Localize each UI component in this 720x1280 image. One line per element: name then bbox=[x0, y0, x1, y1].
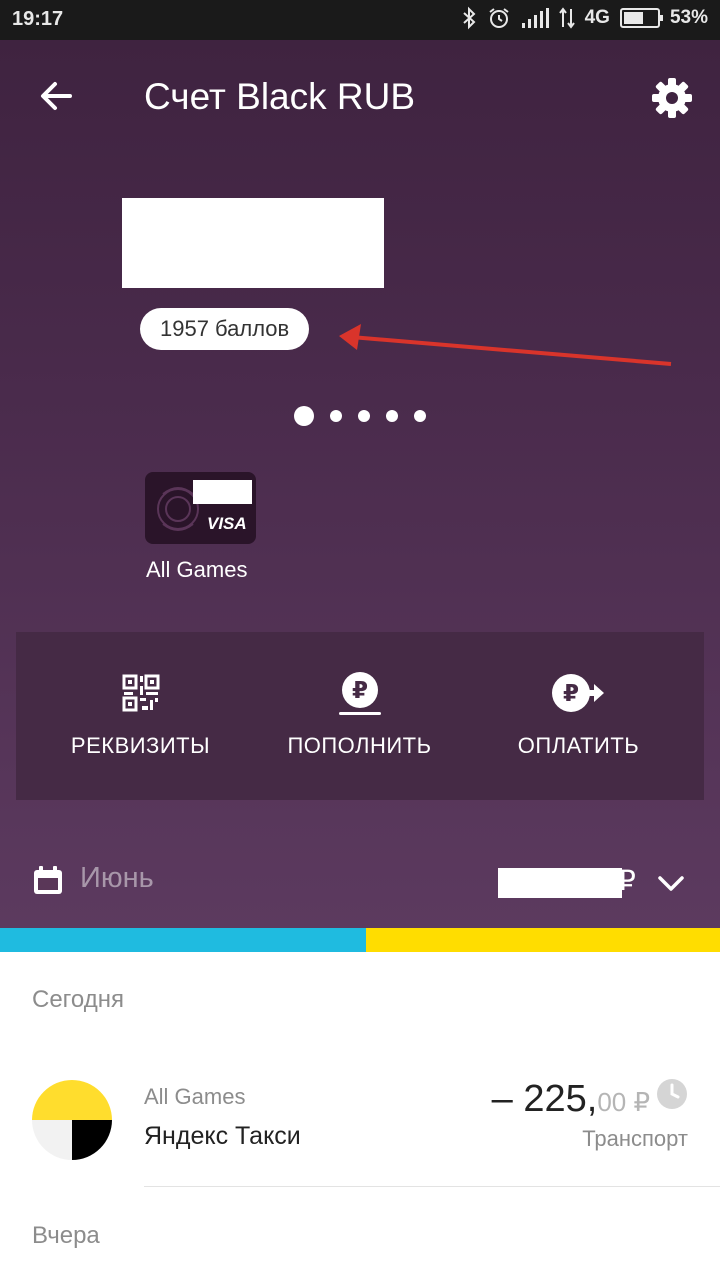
spend-bar-segment-blue bbox=[0, 928, 366, 952]
calendar-icon bbox=[34, 866, 62, 894]
pager-dot[interactable] bbox=[330, 410, 342, 422]
transaction-row[interactable]: All Games Яндекс Такси – 225,00 ₽ Трансп… bbox=[0, 1070, 720, 1180]
pager-dot[interactable] bbox=[414, 410, 426, 422]
status-icons: 4G 53% bbox=[461, 6, 708, 30]
card-number-redacted bbox=[193, 480, 252, 504]
topup-button[interactable]: ₽ ПОПОЛНИТЬ bbox=[245, 632, 474, 800]
pay-label: ОПЛАТИТЬ bbox=[517, 733, 640, 758]
network-type: 4G bbox=[584, 7, 610, 28]
yandex-taxi-logo bbox=[32, 1080, 112, 1160]
account-header: Счет Black RUB 1957 баллов VISA All Game… bbox=[0, 40, 720, 928]
pager-dot[interactable] bbox=[358, 410, 370, 422]
card-label: All Games bbox=[146, 557, 248, 582]
card-thumbnail[interactable]: VISA bbox=[145, 472, 256, 544]
transaction-amount: – 225,00 ₽ bbox=[492, 1078, 650, 1121]
alarm-icon bbox=[489, 8, 509, 28]
section-yesterday: Вчера bbox=[32, 1222, 100, 1249]
battery-percent: 53% bbox=[669, 7, 708, 28]
month-label: Июнь bbox=[80, 862, 154, 894]
card-pager[interactable] bbox=[294, 406, 426, 426]
topup-label: ПОПОЛНИТЬ bbox=[287, 733, 432, 758]
svg-text:₽: ₽ bbox=[562, 681, 578, 707]
ruble-topup-icon: ₽ bbox=[338, 672, 381, 715]
ruble-pay-icon: ₽ bbox=[551, 674, 604, 712]
bluetooth-icon bbox=[462, 6, 476, 30]
balance-redacted bbox=[122, 198, 384, 288]
gear-icon[interactable] bbox=[650, 76, 694, 120]
pager-dot[interactable] bbox=[386, 410, 398, 422]
spend-bar-segment-yellow bbox=[366, 928, 720, 952]
divider bbox=[144, 1186, 720, 1187]
qr-icon bbox=[122, 674, 159, 712]
month-currency: ₽ bbox=[618, 865, 636, 896]
status-time: 19:17 bbox=[12, 8, 64, 30]
month-selector[interactable]: Июнь ₽ bbox=[0, 852, 720, 912]
requisites-button[interactable]: РЕКВИЗИТЫ bbox=[26, 632, 255, 800]
clock-icon bbox=[657, 1079, 687, 1109]
transaction-card: All Games bbox=[144, 1084, 246, 1109]
requisites-label: РЕКВИЗИТЫ bbox=[70, 733, 211, 758]
battery-icon bbox=[619, 8, 663, 28]
svg-text:₽: ₽ bbox=[351, 678, 367, 704]
month-total-redacted bbox=[498, 868, 622, 898]
action-panel: РЕКВИЗИТЫ ₽ ПОПОЛНИТЬ ₽ ОПЛАТИТЬ bbox=[16, 632, 704, 800]
signal-icon bbox=[521, 8, 549, 28]
section-today: Сегодня bbox=[32, 986, 124, 1013]
data-arrows-icon bbox=[558, 7, 575, 29]
page-title: Счет Black RUB bbox=[144, 76, 416, 117]
amount-main: – 225, bbox=[491, 1078, 598, 1120]
back-arrow-icon[interactable] bbox=[36, 76, 76, 116]
status-bar: 19:17 4G 53% bbox=[0, 0, 720, 40]
points-badge[interactable]: 1957 баллов bbox=[140, 308, 310, 350]
pager-dot[interactable] bbox=[294, 406, 314, 426]
chevron-down-icon[interactable] bbox=[656, 868, 686, 898]
transaction-category: Транспорт bbox=[582, 1126, 688, 1151]
pay-button[interactable]: ₽ ОПЛАТИТЬ bbox=[464, 632, 693, 800]
amount-cents: 00 ₽ bbox=[597, 1087, 650, 1117]
annotation-arrow bbox=[339, 324, 672, 366]
visa-logo: VISA bbox=[207, 514, 247, 533]
transaction-merchant: Яндекс Такси bbox=[144, 1122, 301, 1150]
